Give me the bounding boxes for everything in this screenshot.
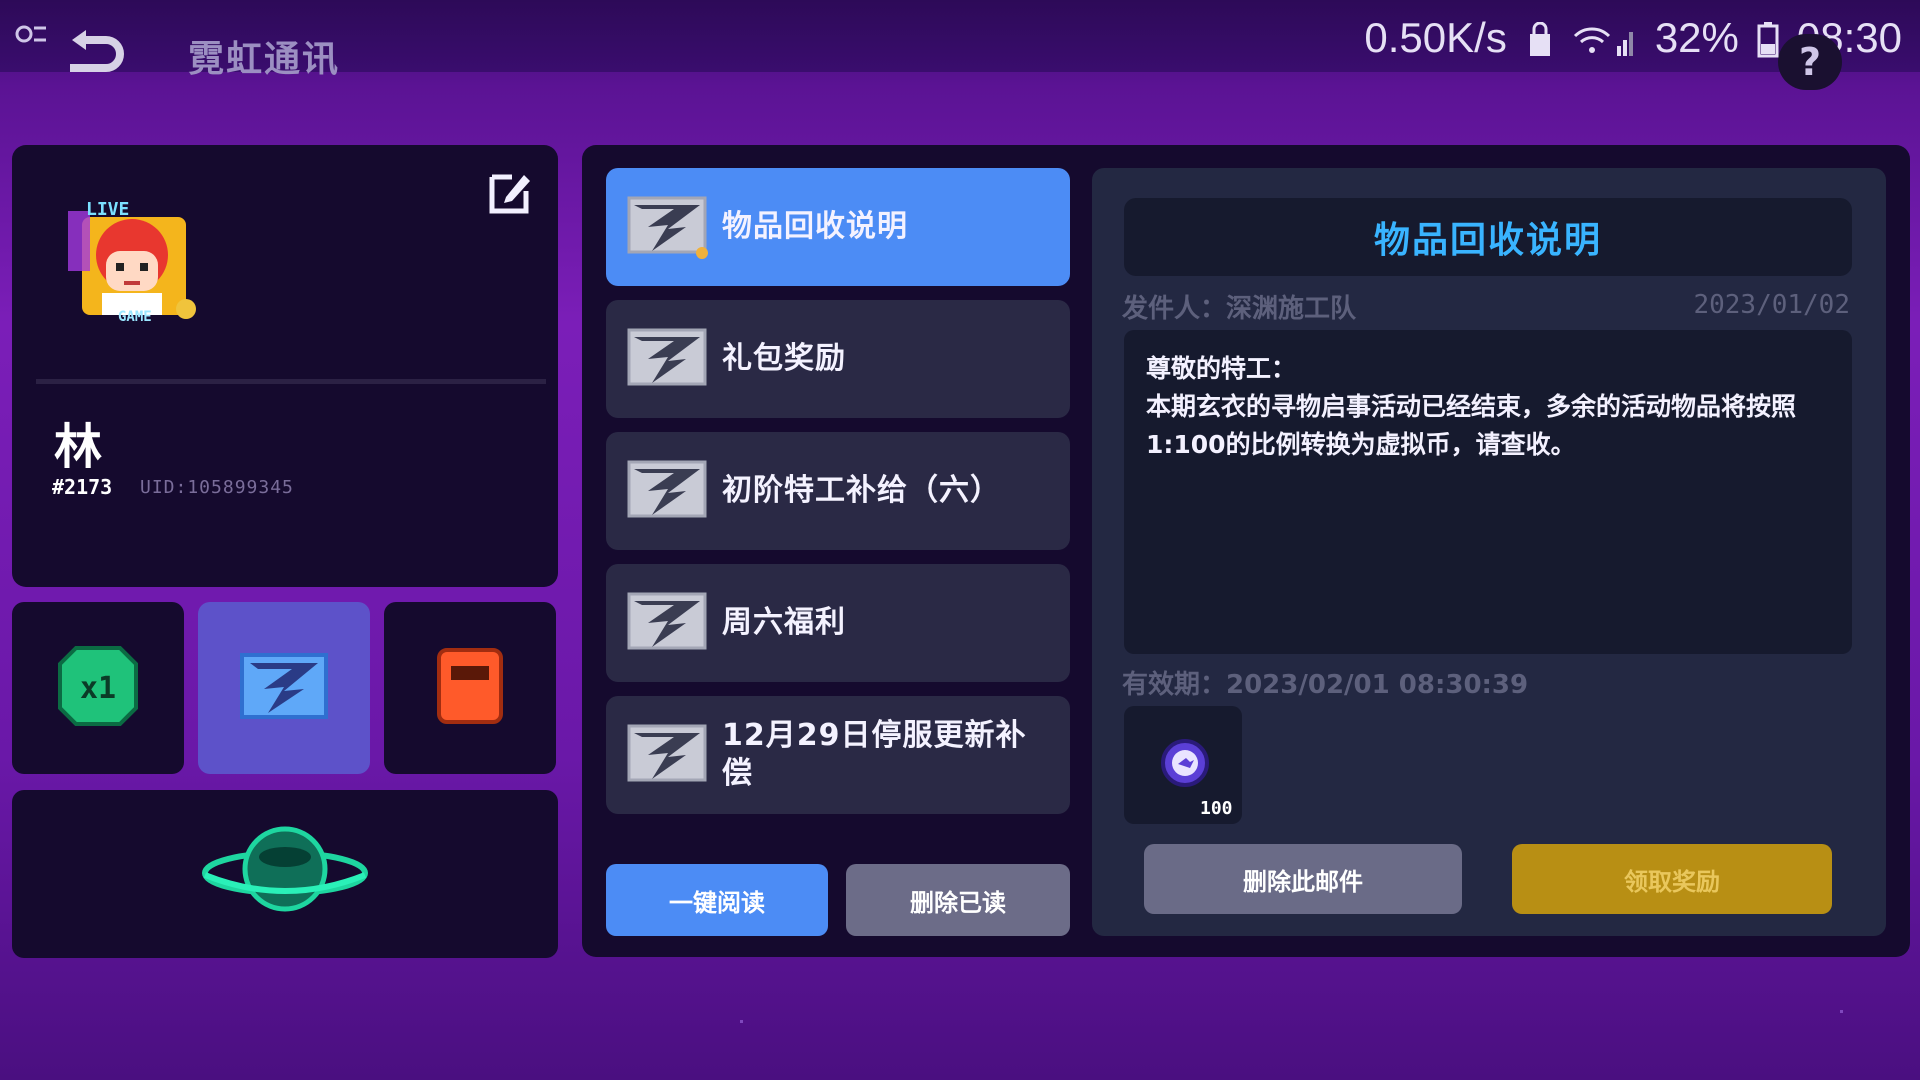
help-button[interactable]: ?	[1778, 34, 1842, 90]
mail-list-item[interactable]: 礼包奖励	[606, 300, 1070, 418]
mail-item-label: 周六福利	[722, 605, 846, 640]
mail-list-item[interactable]: 12月29日停服更新补偿	[606, 696, 1070, 814]
coin-icon	[1160, 738, 1210, 792]
book-icon	[435, 646, 505, 730]
mail-list-item[interactable]: 初阶特工补给（六）	[606, 432, 1070, 550]
mail-date: 2023/01/02	[1693, 290, 1850, 320]
divider	[36, 379, 546, 384]
tile-x1[interactable]: x1	[12, 602, 184, 774]
svg-text:LIVE: LIVE	[86, 199, 129, 220]
delete-read-button[interactable]: 删除已读	[846, 864, 1070, 936]
edit-profile-icon[interactable]	[488, 169, 534, 215]
mail-list-item[interactable]: 周六福利	[606, 564, 1070, 682]
avatar[interactable]: LIVE GAME	[68, 193, 204, 329]
back-button[interactable]	[62, 28, 126, 76]
battery-icon	[1757, 20, 1779, 58]
mail-item-label: 初阶特工补给（六）	[722, 473, 1001, 508]
mail-envelope-icon	[238, 651, 330, 725]
lock-icon	[1525, 20, 1555, 56]
delete-mail-button[interactable]: 删除此邮件	[1144, 844, 1462, 914]
mail-envelope-icon	[626, 723, 708, 787]
mail-envelope-icon	[626, 327, 708, 391]
mail-sender: 发件人：深渊施工队	[1122, 294, 1357, 324]
mail-envelope-icon	[626, 591, 708, 655]
reward-count: 100	[1200, 798, 1233, 819]
tile-mail[interactable]	[198, 602, 370, 774]
mail-body: 尊敬的特工： 本期玄衣的寻物启事活动已经结束，多余的活动物品将按照1:100的比…	[1124, 330, 1852, 654]
mail-item-label: 12月29日停服更新补偿	[722, 718, 1027, 791]
planet-icon	[200, 817, 370, 931]
user-name: 林	[54, 419, 103, 475]
status-bar: 霓虹通讯 0.50K/s 32% 08:30 ?	[0, 0, 1920, 90]
mail-list-item[interactable]: 物品回收说明	[606, 168, 1070, 286]
read-all-button[interactable]: 一键阅读	[606, 864, 828, 936]
mail-expiry: 有效期：2023/02/01 08:30:39	[1122, 670, 1529, 700]
wifi-signal-icon	[1573, 20, 1637, 56]
svg-text:x1: x1	[80, 671, 116, 706]
mail-envelope-icon	[626, 195, 708, 259]
system-notification-icon	[10, 18, 54, 54]
planet-card[interactable]	[12, 790, 558, 958]
claim-reward-button[interactable]: 领取奖励	[1512, 844, 1832, 914]
mail-body-text: 尊敬的特工： 本期玄衣的寻物启事活动已经结束，多余的活动物品将按照1:100的比…	[1146, 354, 1797, 459]
detail-title-bar: 物品回收说明	[1124, 198, 1852, 276]
network-speed: 0.50K/s	[1364, 14, 1507, 61]
svg-text:GAME: GAME	[118, 309, 152, 325]
user-uid: UID:105899345	[140, 477, 294, 498]
profile-card: LIVE GAME 林 #2173 UID:105899345	[12, 145, 558, 587]
mail-item-label: 物品回收说明	[722, 209, 908, 244]
user-tag: #2173	[52, 475, 113, 499]
mail-envelope-icon	[626, 459, 708, 523]
x1-badge-icon: x1	[56, 644, 140, 732]
tile-book[interactable]	[384, 602, 556, 774]
mail-item-label: 礼包奖励	[722, 341, 846, 376]
detail-title: 物品回收说明	[1373, 220, 1602, 261]
page-title: 霓虹通讯	[188, 39, 341, 80]
battery-percent: 32%	[1654, 14, 1739, 61]
